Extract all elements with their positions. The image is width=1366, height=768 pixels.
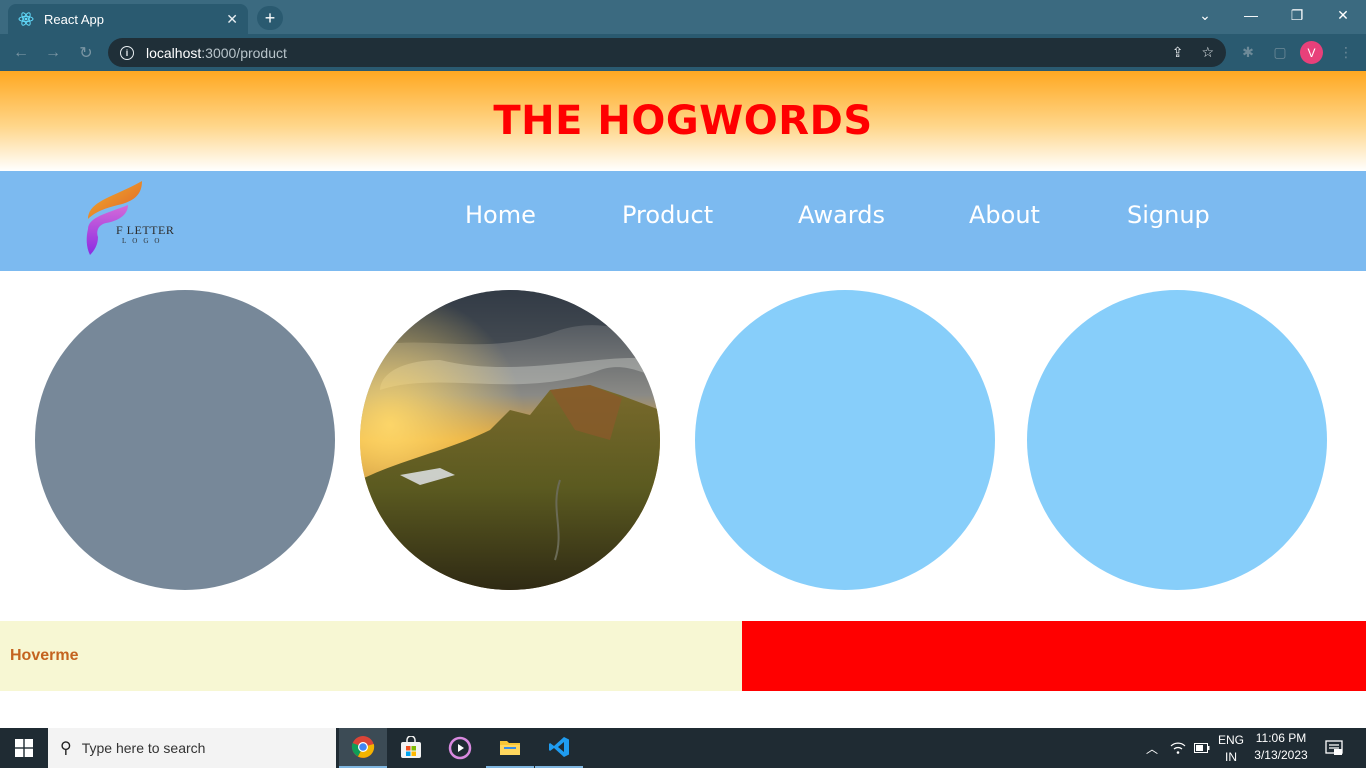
sidepanel-icon[interactable]: ▢: [1270, 42, 1290, 62]
taskbar-clock[interactable]: 11:06 PM 3/13/2023: [1246, 730, 1316, 764]
clock-date: 3/13/2023: [1254, 748, 1308, 762]
nav-link-awards[interactable]: Awards: [798, 201, 885, 229]
address-toolbar: ← → ↻ i localhost :3000/product ⇪ ☆: [0, 34, 1366, 71]
file-explorer-taskbar-icon[interactable]: [486, 728, 534, 768]
network-icon[interactable]: [1168, 728, 1188, 768]
windows-taskbar: ⚲ Type here to search ︿ ENG IN 11:06 PM …: [0, 728, 1366, 768]
chrome-taskbar-icon[interactable]: [339, 728, 387, 768]
search-placeholder: Type here to search: [81, 740, 206, 756]
logo-text: F LETTER: [116, 223, 175, 237]
store-taskbar-icon[interactable]: [387, 728, 435, 768]
browser-tab-bar: React App ✕ + ⌄ — ❐ ✕: [0, 0, 1366, 34]
grey-circle: [35, 290, 335, 590]
restore-button[interactable]: ❐: [1274, 0, 1320, 30]
notification-center-icon[interactable]: [1322, 728, 1346, 768]
extensions-icon[interactable]: ✱: [1238, 42, 1258, 62]
share-icon[interactable]: ⇪: [1172, 44, 1184, 61]
minimize-button[interactable]: —: [1228, 0, 1274, 30]
hover-box[interactable]: Hoverme: [0, 621, 742, 691]
tab-search-icon[interactable]: ⌄: [1182, 0, 1228, 30]
nav-link-home[interactable]: Home: [465, 201, 536, 229]
language-code: ENG: [1217, 733, 1244, 747]
show-hidden-icons-icon[interactable]: ︿: [1142, 728, 1162, 768]
lightblue-circle-1: [695, 290, 995, 590]
menu-icon[interactable]: ⋮: [1336, 42, 1356, 62]
lightblue-circle-2: [1027, 290, 1327, 590]
tab-close-icon[interactable]: ✕: [226, 11, 238, 28]
back-icon[interactable]: ←: [10, 42, 32, 64]
battery-icon[interactable]: [1192, 728, 1212, 768]
windows-start-icon[interactable]: [0, 728, 48, 768]
logo[interactable]: F LETTER LOGO: [84, 179, 194, 259]
reload-icon[interactable]: ↻: [75, 42, 97, 64]
taskbar-search-box[interactable]: ⚲ Type here to search: [48, 728, 336, 768]
url-bar[interactable]: i localhost :3000/product ⇪ ☆: [108, 38, 1226, 67]
hover-section: Hoverme: [0, 621, 1366, 691]
page-title: THE HOGWORDS: [493, 98, 873, 144]
react-icon: [18, 11, 34, 27]
clock-time: 11:06 PM: [1255, 731, 1307, 745]
forward-icon[interactable]: →: [42, 42, 64, 64]
nav-link-signup[interactable]: Signup: [1127, 201, 1210, 229]
landscape-image-circle: [360, 290, 660, 590]
nav-link-about[interactable]: About: [969, 201, 1040, 229]
search-icon: ⚲: [60, 740, 72, 757]
hover-label: Hoverme: [10, 647, 79, 664]
url-host: localhost: [146, 44, 202, 61]
navbar: F LETTER LOGO Home Product Awards About …: [0, 171, 1366, 271]
nav-link-product[interactable]: Product: [622, 201, 713, 229]
bookmark-star-icon[interactable]: ☆: [1201, 44, 1214, 61]
close-window-button[interactable]: ✕: [1320, 0, 1366, 30]
info-icon[interactable]: i: [120, 45, 134, 60]
page-header: THE HOGWORDS: [0, 71, 1366, 171]
profile-avatar[interactable]: V: [1300, 41, 1323, 64]
vscode-taskbar-icon[interactable]: [535, 728, 583, 768]
tab-title: React App: [44, 11, 104, 27]
browser-tab[interactable]: React App ✕: [8, 4, 248, 34]
red-panel: [742, 621, 1366, 691]
url-path: :3000/product: [201, 44, 287, 61]
logo-subtext: LOGO: [122, 237, 166, 245]
new-tab-button[interactable]: +: [257, 6, 283, 30]
region-code: IN: [1225, 750, 1237, 764]
media-player-taskbar-icon[interactable]: [436, 728, 484, 768]
input-language[interactable]: ENG IN: [1214, 732, 1248, 766]
